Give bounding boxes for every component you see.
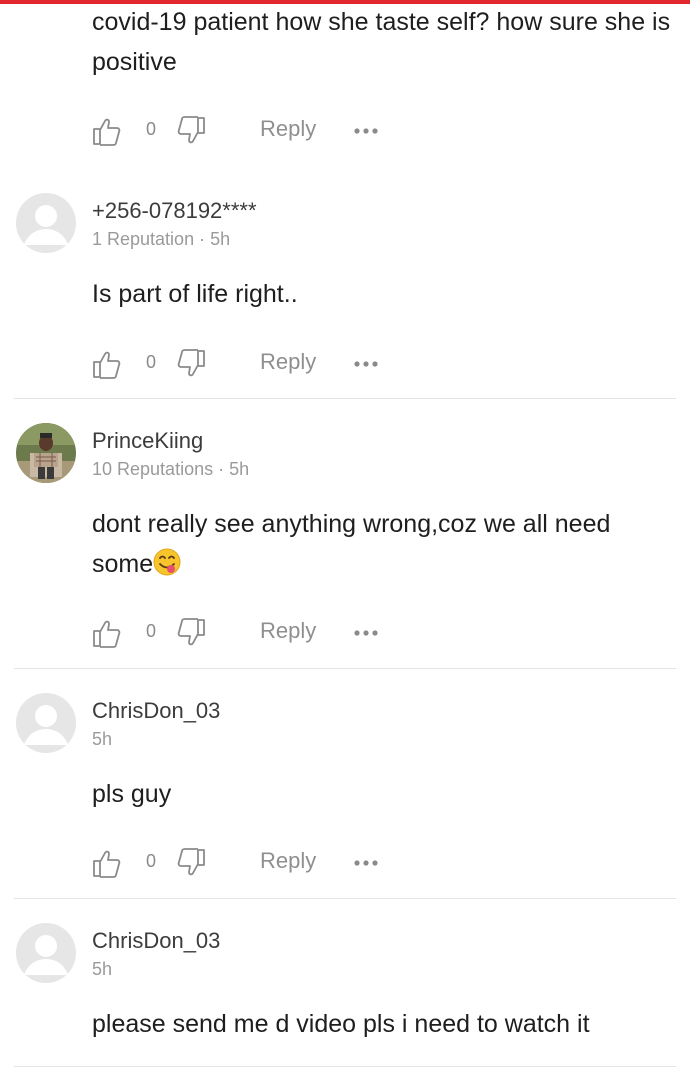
comment-text: Is part of life right.. <box>92 280 298 308</box>
default-avatar-icon[interactable] <box>16 193 76 253</box>
comment-username[interactable]: PrinceKiing <box>92 428 203 454</box>
thumbs-up-icon[interactable] <box>92 617 122 649</box>
comment-item: ChrisDon_03 5h pls guy 0 Reply <box>0 670 690 900</box>
comment-divider <box>14 398 676 399</box>
default-avatar-icon[interactable] <box>16 693 76 753</box>
comment-item: covid-19 patient how she taste self? how… <box>0 0 690 170</box>
comment-item: PrinceKiing 10 Reputations · 5h dont rea… <box>0 400 690 670</box>
thumbs-up-icon[interactable] <box>92 847 122 879</box>
comment-actions: 0 Reply <box>92 847 412 881</box>
comment-divider <box>14 1066 676 1067</box>
thumbs-up-icon[interactable] <box>92 115 122 147</box>
comment-actions: 0 Reply <box>92 115 412 149</box>
comment-text: please send me d video pls i need to wat… <box>92 1010 590 1038</box>
like-count: 0 <box>146 352 157 372</box>
reply-button[interactable]: Reply <box>260 349 316 375</box>
comment-actions: 0 Reply <box>92 348 412 382</box>
comment-divider <box>14 668 676 669</box>
comment-text: dont really see anything wrong,coz we al… <box>92 504 672 588</box>
comment-item: +256-078192**** 1 Reputation · 5h Is par… <box>0 170 690 400</box>
comment-username[interactable]: +256-078192**** <box>92 198 257 224</box>
comment-username[interactable]: ChrisDon_03 <box>92 698 220 724</box>
more-options-icon[interactable] <box>352 354 380 374</box>
reply-button[interactable]: Reply <box>260 618 316 644</box>
more-options-icon[interactable] <box>352 623 380 643</box>
comment-divider <box>14 898 676 899</box>
comment-text: covid-19 patient how she taste self? how… <box>92 8 671 76</box>
thumbs-down-icon[interactable] <box>176 115 206 147</box>
user-photo-avatar[interactable] <box>16 423 76 483</box>
like-count: 0 <box>146 119 157 139</box>
comment-username[interactable]: ChrisDon_03 <box>92 928 220 954</box>
thumbs-down-icon[interactable] <box>176 348 206 380</box>
reply-button[interactable]: Reply <box>260 116 316 142</box>
more-options-icon[interactable] <box>352 853 380 873</box>
default-avatar-icon[interactable] <box>16 923 76 983</box>
thumbs-down-icon[interactable] <box>176 617 206 649</box>
comment-meta: 5h <box>92 729 113 749</box>
comment-actions: 0 Reply <box>92 617 412 651</box>
thumbs-down-icon[interactable] <box>176 847 206 879</box>
thumbs-up-icon[interactable] <box>92 348 122 380</box>
like-count: 0 <box>146 851 157 871</box>
reply-button[interactable]: Reply <box>260 848 316 874</box>
comment-meta: 5h <box>92 959 113 979</box>
comment-meta: 10 Reputations · 5h <box>92 459 250 479</box>
comment-item: ChrisDon_03 5h please send me d video pl… <box>0 900 690 1071</box>
more-options-icon[interactable] <box>352 121 380 141</box>
comment-meta: 1 Reputation · 5h <box>92 229 231 249</box>
comment-text: pls guy <box>92 780 172 808</box>
savoring-food-face-emoji <box>153 548 181 588</box>
like-count: 0 <box>146 621 157 641</box>
